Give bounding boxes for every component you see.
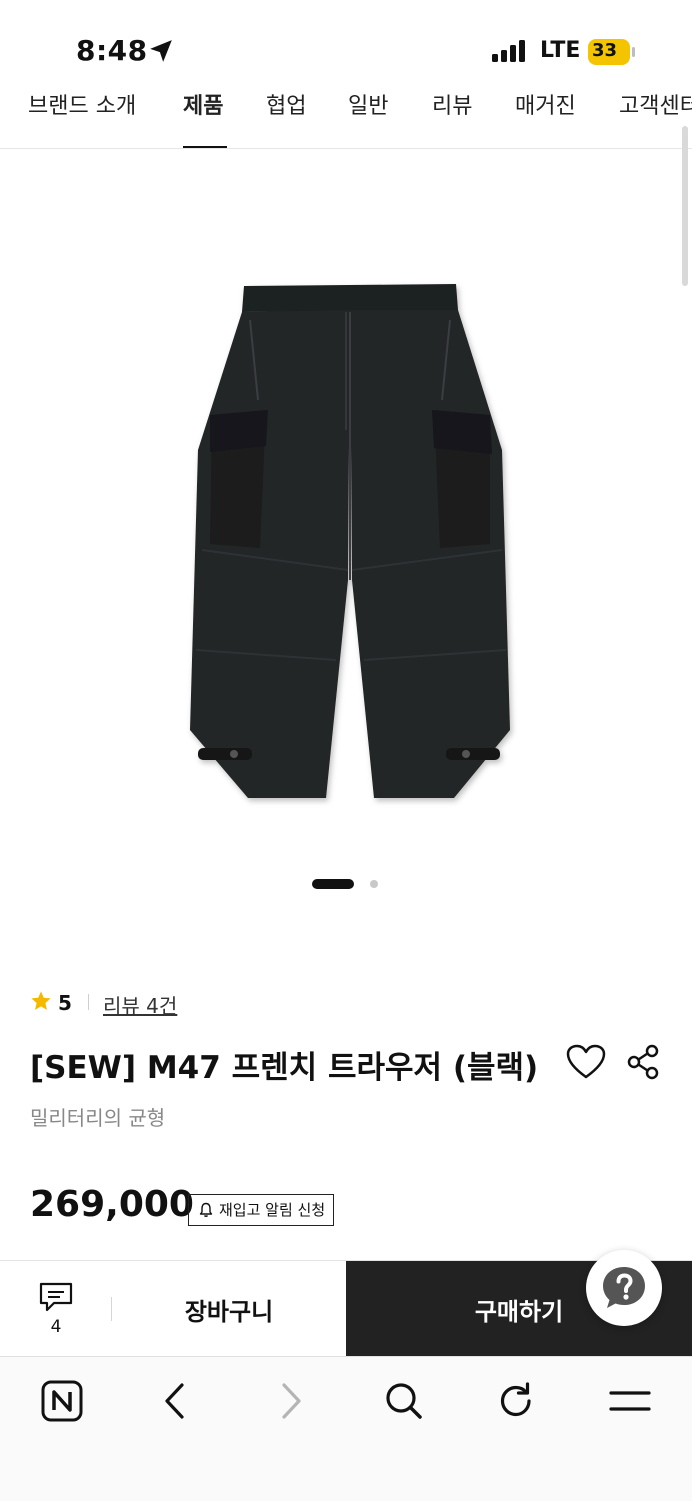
battery-icon: 33: [588, 39, 636, 65]
help-icon: [603, 1267, 645, 1308]
forward-icon[interactable]: [268, 1379, 312, 1423]
signal-icon: [492, 40, 525, 62]
status-time: 8:48: [76, 34, 148, 67]
restock-alert-label: 재입고 알림 신청: [219, 1201, 326, 1219]
browser-toolbar: [0, 1356, 692, 1501]
divider: [88, 994, 89, 1010]
heart-icon[interactable]: [566, 1044, 606, 1080]
refresh-icon[interactable]: [494, 1379, 538, 1423]
review-count-link[interactable]: 리뷰 4건: [103, 990, 177, 1019]
comment-count: 4: [50, 1317, 62, 1337]
tab-products[interactable]: 제품: [183, 88, 223, 120]
tab-brand[interactable]: 브랜드 소개: [28, 88, 136, 120]
active-tab-indicator: [183, 146, 227, 148]
menu-icon[interactable]: [608, 1379, 652, 1423]
tab-collab[interactable]: 협업: [266, 88, 306, 120]
category-tabs: 브랜드 소개 제품 협업 일반 리뷰 매거진 고객센터: [0, 84, 692, 149]
back-icon[interactable]: [154, 1379, 198, 1423]
restock-alert-button[interactable]: 재입고 알림 신청: [188, 1194, 335, 1226]
comment-icon[interactable]: [38, 1281, 74, 1313]
help-button[interactable]: [586, 1250, 662, 1326]
scrollbar[interactable]: [682, 126, 688, 286]
tab-general[interactable]: 일반: [348, 88, 388, 120]
carousel-dot[interactable]: [370, 880, 378, 888]
search-icon[interactable]: [382, 1379, 426, 1423]
tab-magazine[interactable]: 매거진: [515, 88, 576, 120]
naver-icon[interactable]: [40, 1379, 84, 1423]
tab-support[interactable]: 고객센터: [619, 88, 692, 120]
status-bar: 8:48 LTE 33: [0, 0, 692, 96]
add-to-cart-button[interactable]: 장바구니: [112, 1261, 346, 1357]
rating-value: 5: [58, 991, 72, 1015]
star-icon: [31, 991, 51, 1010]
product-image[interactable]: [150, 250, 550, 850]
product-subtitle: 밀리터리의 균형: [30, 1106, 166, 1130]
share-icon[interactable]: [626, 1044, 660, 1080]
tab-reviews[interactable]: 리뷰: [432, 88, 472, 120]
location-arrow-icon: [150, 40, 172, 62]
product-title: [SEW] M47 프렌치 트라우저 (블랙): [30, 1050, 539, 1086]
network-type: LTE: [540, 38, 581, 63]
battery-level: 33: [592, 40, 618, 61]
carousel-dot-active[interactable]: [312, 879, 354, 889]
product-price: 269,000: [30, 1184, 194, 1225]
bell-icon: [199, 1202, 213, 1217]
